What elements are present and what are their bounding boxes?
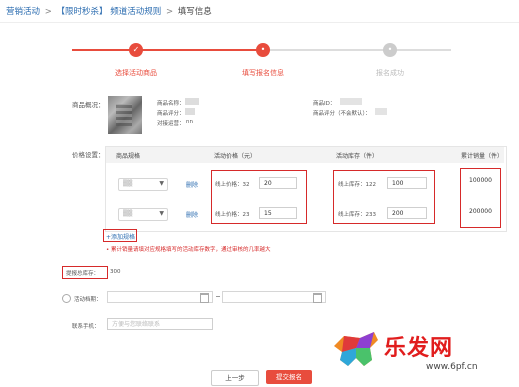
delete-link[interactable]: 删除 [186, 210, 198, 219]
step-3-label: 报名成功 [376, 69, 404, 77]
progress-line-done [72, 49, 260, 51]
submit-button[interactable]: 提交报名 [266, 370, 312, 384]
sales-highlight-box [460, 168, 501, 228]
breadcrumb-item-rules[interactable]: 【限时秒杀】 频道活动规则 [57, 7, 162, 17]
add-spec-link[interactable]: +添加规格 [106, 232, 135, 241]
total-stock-label: 提报总库存： [66, 271, 100, 277]
product-score-label: 商品评分（不会默认）： [313, 111, 371, 117]
product-thumbnail [108, 96, 142, 134]
stock-highlight-box [333, 170, 435, 224]
breadcrumb-item-current: 填写信息 [177, 7, 212, 17]
product-name-blurred [185, 98, 199, 105]
breadcrumb: 营销活动 > 【限时秒杀】 频道活动规则 > 填写信息 [6, 5, 212, 17]
product-section-label: 商品概况： [72, 101, 105, 109]
header-price: 活动价格（元） [214, 153, 257, 160]
spec-select[interactable]: ▒▒ ▼ [118, 178, 168, 191]
price-settings-label: 价格设置： [72, 151, 105, 159]
activity-time-radio[interactable] [62, 294, 71, 303]
check-icon: ✓ [132, 45, 140, 54]
watermark-brand: 乐发网 [384, 335, 454, 361]
progress-line-todo [263, 49, 451, 51]
header-stock: 活动库存（件） [336, 153, 379, 160]
product-operator-value: nn [186, 119, 193, 125]
product-operator-label: 对接运营： [157, 121, 185, 127]
chevron-down-icon: ▼ [159, 180, 164, 187]
step-1-label: 选择活动商品 [115, 69, 157, 77]
step-3-circle: • [383, 43, 397, 57]
sales-warning: • 累计销量请填对应规格填写的活动库存数字，通过审核的几率越大 [106, 247, 271, 253]
dot-icon: • [260, 45, 266, 54]
breadcrumb-separator: > [44, 7, 52, 17]
phone-input[interactable]: 方便与您联络联系 [107, 318, 213, 330]
product-score-blurred [375, 108, 387, 115]
spec-select[interactable]: ▒▒ ▼ [118, 208, 168, 221]
breadcrumb-separator: > [165, 7, 174, 17]
start-date-input[interactable] [107, 291, 213, 303]
prev-button[interactable]: 上一步 [211, 370, 259, 386]
total-stock-value: 300 [110, 269, 121, 275]
activity-time-label: 活动档期： [74, 297, 102, 303]
breadcrumb-item-marketing[interactable]: 营销活动 [6, 7, 40, 17]
step-2-circle: • [256, 43, 270, 57]
header-spec: 商品规格 [116, 153, 141, 160]
watermark-logo [330, 326, 382, 374]
phone-label: 联系手机： [72, 324, 100, 330]
product-rating-blurred [185, 108, 195, 115]
product-id-label: 商品ID： [313, 101, 336, 107]
header-divider [0, 22, 519, 23]
product-id-blurred [340, 98, 362, 105]
chevron-down-icon: ▼ [159, 210, 164, 217]
header-sales: 累计销量（件） [461, 153, 504, 160]
bull-logo-icon [334, 332, 378, 366]
date-range-separator [216, 296, 220, 297]
end-date-input[interactable] [222, 291, 326, 303]
price-highlight-box [211, 170, 307, 224]
spec-table-header [106, 147, 504, 163]
step-2-label: 填写报名信息 [242, 69, 284, 77]
product-rating-label: 商品评分： [157, 111, 185, 117]
calendar-icon [200, 293, 209, 303]
watermark-url: www.6pf.cn [426, 362, 478, 372]
product-name-label: 商品名称： [157, 101, 185, 107]
calendar-icon [313, 293, 322, 303]
dot-icon: • [387, 45, 393, 54]
step-1-circle: ✓ [129, 43, 143, 57]
delete-link[interactable]: 删除 [186, 180, 198, 189]
